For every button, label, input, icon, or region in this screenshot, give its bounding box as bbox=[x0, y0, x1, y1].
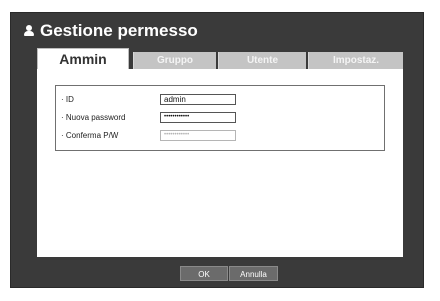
permission-dialog: Gestione permesso Ammin Gruppo Utente Im… bbox=[10, 12, 424, 288]
confirm-password-label: · Conferma P/W bbox=[61, 131, 119, 140]
dialog-footer: OK Annulla bbox=[11, 257, 423, 289]
user-icon bbox=[24, 25, 34, 37]
new-password-label: · Nuova password bbox=[61, 113, 126, 122]
tab-impostaz[interactable]: Impostaz. bbox=[308, 52, 403, 69]
title-bar: Gestione permesso bbox=[11, 13, 423, 47]
confirm-password-field[interactable]: •••••••••••• bbox=[160, 130, 236, 141]
admin-form: · ID admin · Nuova password ••••••••••••… bbox=[55, 85, 385, 151]
form-row-new-password: · Nuova password •••••••••••• bbox=[56, 111, 384, 125]
cancel-button[interactable]: Annulla bbox=[229, 266, 278, 281]
ok-button[interactable]: OK bbox=[180, 266, 228, 281]
tab-gruppo[interactable]: Gruppo bbox=[133, 52, 216, 69]
tab-ammin[interactable]: Ammin bbox=[37, 48, 129, 69]
id-label: · ID bbox=[61, 95, 74, 104]
tab-strip: Ammin Gruppo Utente Impostaz. bbox=[37, 48, 403, 69]
form-row-confirm-password: · Conferma P/W •••••••••••• bbox=[56, 129, 384, 143]
tab-content-panel: · ID admin · Nuova password ••••••••••••… bbox=[37, 69, 403, 257]
dialog-title: Gestione permesso bbox=[40, 21, 198, 40]
tab-utente[interactable]: Utente bbox=[218, 52, 306, 69]
new-password-field[interactable]: •••••••••••• bbox=[160, 112, 236, 123]
form-row-id: · ID admin bbox=[56, 93, 384, 107]
id-field[interactable]: admin bbox=[160, 94, 236, 105]
